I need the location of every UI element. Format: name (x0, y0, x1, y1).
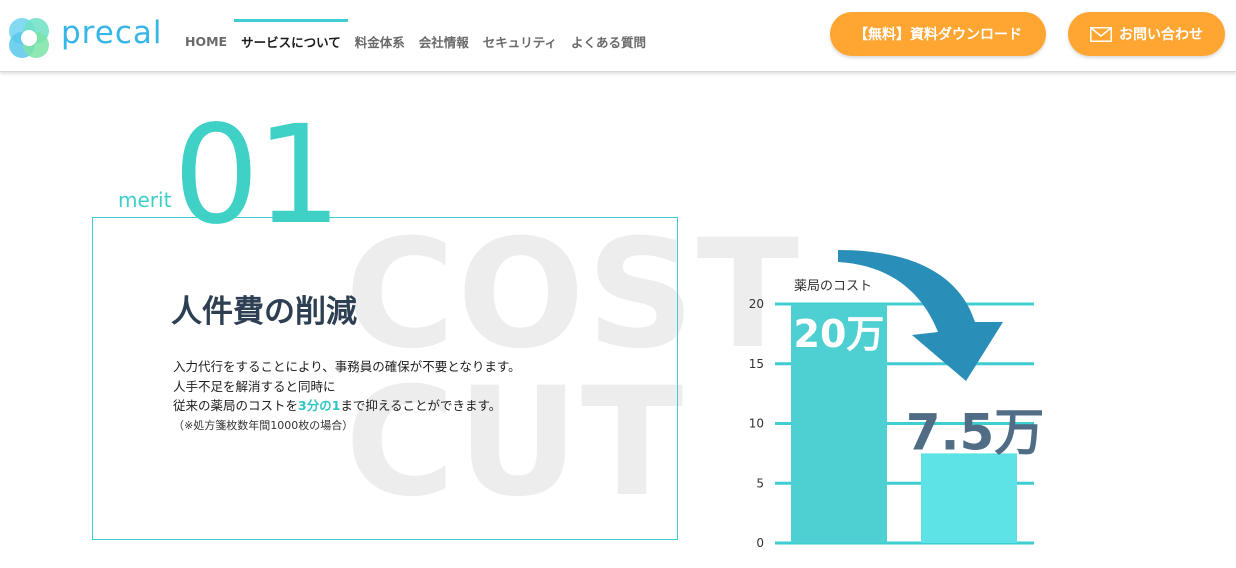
nav-item-security[interactable]: セキュリティ (483, 0, 557, 72)
cost-chart: 0 5 10 15 20 薬局のコスト 20万 7.5万 (749, 250, 1045, 550)
merit-title: 人件費の削減 (171, 294, 357, 330)
merit-number: 01 (173, 97, 342, 255)
desc-note: （※処方箋枚数年間1000枚の場合） (173, 418, 354, 432)
logo-text: precal (61, 15, 163, 51)
chart-tick-label: 0 (756, 536, 764, 550)
chart-title: 薬局のコスト (794, 279, 872, 294)
contact-button-label: お問い合わせ (1119, 27, 1203, 43)
chart-bar (921, 453, 1017, 543)
chart-value-label: 7.5万 (906, 403, 1045, 461)
logo-mark-icon (9, 18, 49, 58)
nav-item-company[interactable]: 会社情報 (419, 0, 469, 72)
nav-item-service[interactable]: サービスについて (234, 0, 348, 72)
download-button-label: 【無料】資料ダウンロード (854, 27, 1022, 43)
nav-item-home[interactable]: HOME (185, 0, 227, 72)
logo[interactable]: precal (5, 14, 162, 62)
merit-description: 入力代行をすることにより、事務員の確保が不要となります。 人手不足を解消すると同… (173, 357, 521, 435)
nav-item-pricing[interactable]: 料金体系 (355, 0, 405, 72)
desc-line-3-a: 従来の薬局のコストを (173, 398, 299, 413)
merit-label: merit (118, 188, 172, 212)
site-header: precal HOME サービスについて 料金体系 会社情報 セキュリティ よく… (0, 0, 1236, 72)
chart-value-label: 20万 (794, 312, 885, 356)
contact-button[interactable]: お問い合わせ (1068, 12, 1225, 56)
desc-line-2: 人手不足を解消すると同時に (173, 378, 336, 394)
desc-highlight: 3分の1 (298, 398, 341, 413)
chart-tick-label: 20 (749, 297, 764, 311)
main-nav: HOME サービスについて 料金体系 会社情報 セキュリティ よくある質問 (185, 0, 660, 72)
mail-icon (1090, 26, 1112, 42)
download-button[interactable]: 【無料】資料ダウンロード (830, 12, 1046, 56)
chart-tick-label: 15 (749, 357, 764, 371)
desc-line-1: 入力代行をすることにより、事務員の確保が不要となります。 (173, 359, 521, 374)
chart-tick-label: 10 (749, 417, 764, 431)
desc-line-3-b: まで抑えることができます。 (340, 398, 502, 413)
nav-item-faq[interactable]: よくある質問 (571, 0, 646, 72)
desc-line-3: 従来の薬局のコストを3分の1まで抑えることができます。 (173, 396, 521, 416)
chart-tick-label: 5 (756, 476, 764, 490)
